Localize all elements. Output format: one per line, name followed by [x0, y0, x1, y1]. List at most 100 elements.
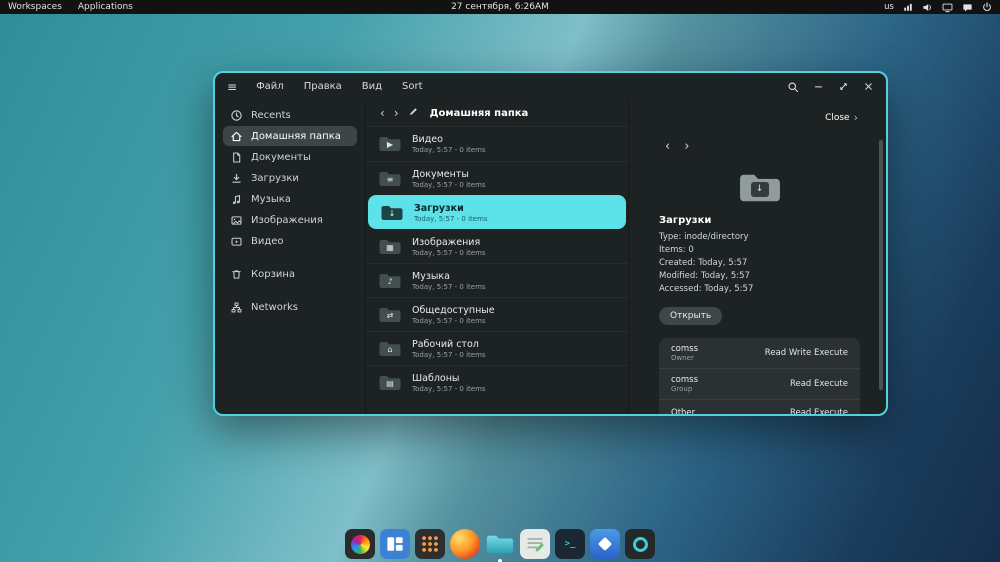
sidebar-item-trash[interactable]: Корзина	[223, 264, 357, 284]
menu-file[interactable]: Файл	[249, 79, 291, 94]
network-icon[interactable]	[903, 2, 913, 12]
file-row-videos[interactable]: ▶ Видео Today, 5:57 - 0 items	[366, 127, 628, 161]
terminal-icon[interactable]: >_	[555, 529, 585, 559]
firefox-icon[interactable]	[450, 529, 480, 559]
edit-path-icon[interactable]	[408, 106, 419, 120]
sidebar-item-downloads[interactable]: Загрузки	[223, 168, 357, 188]
file-row-public[interactable]: ⇄ Общедоступные Today, 5:57 - 0 items	[366, 297, 628, 331]
network-icon	[230, 301, 243, 314]
permissions-card: comss Owner Read Write Execute comss Gro…	[659, 338, 860, 414]
file-row-music[interactable]: ♪ Музыка Today, 5:57 - 0 items	[366, 263, 628, 297]
file-name: Рабочий стол	[412, 338, 479, 350]
open-button[interactable]: Открыть	[659, 307, 723, 325]
file-name: Загрузки	[414, 202, 464, 214]
file-meta: Today, 5:57 - 0 items	[412, 146, 486, 154]
file-row-downloads-selected[interactable]: ↓ Загрузки Today, 5:57 - 0 items	[368, 195, 626, 229]
volume-icon[interactable]	[922, 2, 933, 13]
close-details-button[interactable]: Close ›	[825, 112, 858, 123]
folder-icon: ▦	[378, 237, 402, 257]
file-row-templates[interactable]: ▤ Шаблоны Today, 5:57 - 0 items	[366, 365, 628, 399]
sidebar-item-label: Документы	[251, 151, 311, 163]
app-store-icon[interactable]	[590, 529, 620, 559]
keyboard-layout-indicator[interactable]: us	[884, 2, 894, 12]
file-manager-window: ≡ Файл Правка Вид Sort Recents Домашняя …	[213, 71, 888, 416]
menu-edit[interactable]: Правка	[297, 79, 349, 94]
permission-row-group: comss Group Read Execute	[659, 368, 860, 399]
sidebar-item-label: Networks	[251, 301, 298, 313]
chevron-right-icon: ›	[853, 111, 858, 124]
text-editor-icon[interactable]	[520, 529, 550, 559]
file-name: Видео	[412, 134, 443, 145]
app-grid-icon[interactable]	[415, 529, 445, 559]
sidebar-item-label: Recents	[251, 109, 291, 121]
current-folder-title: Домашняя папка	[429, 107, 529, 119]
sidebar-item-label: Музыка	[251, 193, 291, 205]
sidebar-item-documents[interactable]: Документы	[223, 147, 357, 167]
folder-icon: ≡	[378, 169, 402, 189]
details-next-button[interactable]: ›	[684, 140, 689, 153]
workspaces-button[interactable]: Workspaces	[8, 2, 62, 12]
clock[interactable]: 27 сентября, 6:26AM	[451, 2, 549, 12]
sidebar-item-home[interactable]: Домашняя папка	[223, 126, 357, 146]
sidebar-item-label: Домашняя папка	[251, 130, 341, 142]
file-name: Документы	[412, 168, 469, 180]
image-icon	[230, 214, 243, 227]
file-name: Общедоступные	[412, 304, 495, 316]
minimize-button[interactable]	[813, 81, 824, 92]
sidebar-item-pictures[interactable]: Изображения	[223, 210, 357, 230]
permission-row-owner: comss Owner Read Write Execute	[671, 344, 848, 362]
details-created: Created: Today, 5:57	[659, 258, 748, 268]
power-icon[interactable]	[982, 2, 992, 12]
camera-icon[interactable]	[625, 529, 655, 559]
vertical-scrollbar[interactable]	[879, 140, 883, 390]
sidebar-item-label: Загрузки	[251, 172, 299, 184]
menu-sort[interactable]: Sort	[395, 79, 430, 94]
file-list-pane: ‹ › Домашняя папка ▶ Видео Today, 5:57 - …	[365, 100, 629, 414]
details-prev-button[interactable]: ‹	[665, 140, 670, 153]
hamburger-menu-icon[interactable]: ≡	[227, 80, 243, 94]
applications-button[interactable]: Applications	[78, 2, 133, 12]
file-rows: ▶ Видео Today, 5:57 - 0 items ≡ Документы…	[366, 126, 628, 414]
chat-icon[interactable]	[962, 2, 973, 13]
close-button[interactable]	[863, 81, 874, 92]
sidebar-item-label: Корзина	[251, 268, 296, 280]
forward-button[interactable]: ›	[394, 107, 399, 119]
dock: >_	[345, 529, 655, 562]
files-icon[interactable]	[485, 529, 515, 562]
clock-icon	[230, 109, 243, 122]
file-name: Изображения	[412, 236, 481, 248]
menu-view[interactable]: Вид	[355, 79, 389, 94]
sidebar-item-recents[interactable]: Recents	[223, 105, 357, 125]
window-tiling-icon[interactable]	[380, 529, 410, 559]
downloads-folder-icon: ↓	[737, 169, 783, 207]
file-meta: Today, 5:57 - 0 items	[412, 282, 486, 291]
trash-icon	[230, 268, 243, 281]
file-meta: Today, 5:57 - 0 items	[412, 316, 486, 325]
sidebar-item-label: Видео	[251, 235, 284, 247]
file-row-pictures[interactable]: ▦ Изображения Today, 5:57 - 0 items	[366, 229, 628, 263]
back-button[interactable]: ‹	[380, 107, 385, 119]
window-titlebar[interactable]: ≡ Файл Правка Вид Sort	[215, 73, 886, 100]
sidebar-item-music[interactable]: Музыка	[223, 189, 357, 209]
sidebar-item-videos[interactable]: Видео	[223, 231, 357, 251]
search-icon[interactable]	[787, 81, 799, 93]
folder-icon: ▶	[378, 134, 402, 154]
display-icon[interactable]	[942, 2, 953, 13]
file-meta: Today, 5:57 - 0 items	[414, 214, 488, 223]
details-modified: Modified: Today, 5:57	[659, 271, 750, 281]
folder-icon: ↓	[380, 203, 404, 223]
folder-icon: ♪	[378, 271, 402, 291]
sidebar: Recents Домашняя папка Документы Загрузк…	[215, 100, 365, 414]
screenshot-tool-icon[interactable]	[345, 529, 375, 559]
sidebar-item-networks[interactable]: Networks	[223, 297, 357, 317]
maximize-button[interactable]	[838, 81, 849, 92]
file-row-documents[interactable]: ≡ Документы Today, 5:57 - 0 items	[366, 161, 628, 195]
window-body: Recents Домашняя папка Документы Загрузк…	[215, 100, 886, 414]
permission-row-other: Other Read Execute	[659, 399, 860, 414]
file-meta: Today, 5:57 - 0 items	[412, 248, 486, 257]
details-title: Загрузки	[659, 215, 712, 226]
details-accessed: Accessed: Today, 5:57	[659, 284, 754, 294]
details-type: Type: inode/directory	[659, 232, 749, 242]
file-row-desktop[interactable]: ⌂ Рабочий стол Today, 5:57 - 0 items	[366, 331, 628, 365]
home-icon	[230, 130, 243, 143]
